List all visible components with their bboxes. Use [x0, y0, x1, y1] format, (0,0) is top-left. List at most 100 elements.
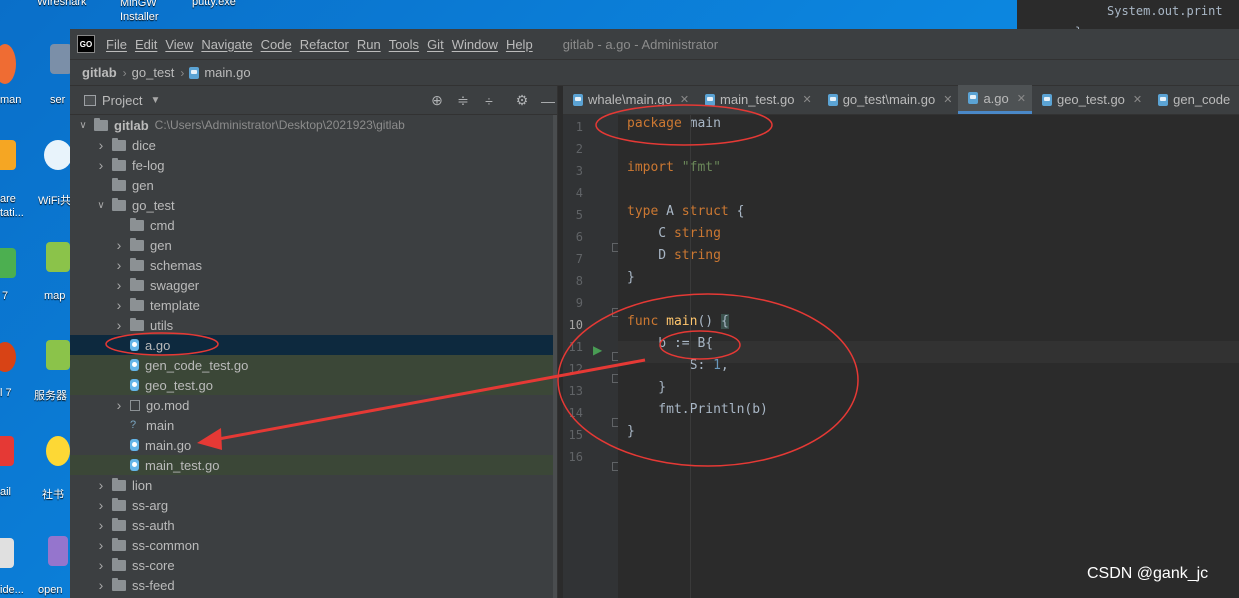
tab-geo-test-go[interactable]: geo_test.go ✕ — [1032, 85, 1148, 114]
chevron-down-icon[interactable]: ∨ — [76, 120, 90, 131]
minimize-icon[interactable]: — — [539, 86, 557, 115]
go-file-icon — [1041, 93, 1052, 106]
chevron-down-icon[interactable]: ▼ — [150, 95, 160, 106]
tree-item-ss-auth[interactable]: › ss-auth — [70, 515, 561, 535]
project-panel-title[interactable]: Project — [102, 93, 142, 108]
chevron-right-icon[interactable]: › — [94, 157, 108, 173]
breadcrumb-main-go[interactable]: main.go — [204, 65, 250, 80]
desktop-label-mingw[interactable]: MinGW Installer — [120, 0, 180, 24]
close-icon[interactable]: ✕ — [943, 93, 952, 106]
tree-item-ss-arg[interactable]: › ss-arg — [70, 495, 561, 515]
chevron-right-icon[interactable]: › — [112, 317, 126, 333]
desktop-app-icon[interactable] — [0, 538, 14, 568]
tree-item-ss-core[interactable]: › ss-core — [70, 555, 561, 575]
desktop-app-icon[interactable] — [46, 340, 70, 370]
chevron-right-icon[interactable]: › — [94, 137, 108, 153]
tree-item-schemas[interactable]: › schemas — [70, 255, 561, 275]
chevron-right-icon[interactable]: › — [112, 237, 126, 253]
desktop-app-icon[interactable] — [50, 44, 72, 74]
tab-go-test-main-go[interactable]: go_test\main.go ✕ — [818, 85, 959, 114]
expand-all-icon[interactable]: ≑ — [454, 86, 472, 115]
menu-run[interactable]: Run — [353, 37, 385, 52]
desktop-label-putty[interactable]: putty.exe — [192, 0, 236, 8]
menu-refactor[interactable]: Refactor — [296, 37, 353, 52]
desktop-app-icon[interactable] — [46, 242, 70, 272]
tab-whale-main-go[interactable]: whale\main.go ✕ — [563, 85, 695, 114]
menu-help[interactable]: Help — [502, 37, 537, 52]
desktop-app-icon[interactable] — [0, 436, 14, 466]
desktop-app-icon[interactable] — [0, 140, 16, 170]
tree-item-fe-log[interactable]: › fe-log — [70, 155, 561, 175]
menu-code[interactable]: Code — [257, 37, 296, 52]
chevron-right-icon[interactable]: › — [94, 477, 108, 493]
tree-item-main[interactable]: ? main — [70, 415, 561, 435]
desktop-app-icon[interactable] — [0, 248, 16, 278]
chevron-right-icon[interactable]: › — [94, 557, 108, 573]
breadcrumb-gitlab[interactable]: gitlab — [82, 65, 117, 80]
folder-icon — [112, 497, 126, 511]
code-line-6: C string — [627, 226, 721, 241]
tree-item-swagger[interactable]: › swagger — [70, 275, 561, 295]
chevron-down-icon[interactable]: ∨ — [94, 200, 108, 211]
close-icon[interactable]: ✕ — [1133, 93, 1142, 106]
chevron-right-icon[interactable]: › — [112, 277, 126, 293]
tree-item-go-mod[interactable]: › go.mod — [70, 395, 561, 415]
tab-main-test-go[interactable]: main_test.go ✕ — [695, 85, 818, 114]
tree-item-go-test[interactable]: ∨ go_test — [70, 195, 561, 215]
close-icon[interactable]: ✕ — [802, 93, 811, 106]
chevron-right-icon[interactable]: › — [94, 537, 108, 553]
locate-icon[interactable]: ⊕ — [428, 86, 446, 115]
folder-icon — [112, 137, 126, 151]
desktop-app-icon[interactable] — [46, 436, 70, 466]
desktop-app-icon[interactable] — [48, 536, 68, 566]
wifi-icon[interactable] — [44, 140, 72, 170]
tree-item-main-go[interactable]: main.go — [70, 435, 561, 455]
tab-a-go[interactable]: a.go ✕ — [958, 85, 1032, 114]
tree-item-cmd[interactable]: cmd — [70, 215, 561, 235]
code-line-10: func main() { — [627, 314, 729, 329]
tree-item-template[interactable]: › template — [70, 295, 561, 315]
chevron-right-icon[interactable]: › — [112, 257, 126, 273]
code-line-3: import "fmt" — [627, 160, 721, 175]
breadcrumb-go-test[interactable]: go_test — [132, 65, 175, 80]
tab-label: gen_code — [1173, 92, 1231, 107]
chevron-right-icon: › — [180, 65, 185, 80]
menu-tools[interactable]: Tools — [385, 37, 423, 52]
menu-edit[interactable]: Edit — [131, 37, 161, 52]
menu-file[interactable]: File — [102, 37, 131, 52]
chevron-right-icon[interactable]: › — [112, 397, 126, 413]
tree-item-gen-code-test-go[interactable]: gen_code_test.go — [70, 355, 561, 375]
menu-window[interactable]: Window — [448, 37, 502, 52]
folder-icon — [112, 197, 126, 211]
desktop-label-wireshark[interactable]: Wireshark — [37, 0, 87, 8]
chevron-right-icon[interactable]: › — [94, 497, 108, 513]
run-icon[interactable]: ▶ — [593, 343, 602, 357]
tab-gen-code[interactable]: gen_code — [1148, 85, 1236, 114]
chevron-right-icon[interactable]: › — [94, 577, 108, 593]
gear-icon[interactable]: ⚙ — [513, 86, 531, 115]
tree-item-geo-test-go[interactable]: geo_test.go — [70, 375, 561, 395]
chevron-right-icon[interactable]: › — [112, 297, 126, 313]
menu-view[interactable]: View — [161, 37, 197, 52]
menu-git[interactable]: Git — [423, 37, 448, 52]
tree-item-utils[interactable]: › utils — [70, 315, 561, 335]
tree-item-dice[interactable]: › dice — [70, 135, 561, 155]
close-icon[interactable]: ✕ — [680, 93, 689, 106]
tree-item-ss-feed[interactable]: › ss-feed — [70, 575, 561, 595]
tree-item-ss-common[interactable]: › ss-common — [70, 535, 561, 555]
line-number: 6 — [575, 230, 583, 244]
tree-item-gen[interactable]: › gen — [70, 235, 561, 255]
tree-item-main-test-go[interactable]: main_test.go — [70, 455, 561, 475]
collapse-all-icon[interactable]: ÷ — [480, 86, 498, 115]
code-editor[interactable]: package main import "fmt" type A struct … — [618, 115, 1239, 598]
close-icon[interactable]: ✕ — [1017, 92, 1026, 105]
tree-item-gen[interactable]: gen — [70, 175, 561, 195]
line-number: 16 — [568, 450, 583, 464]
chevron-right-icon[interactable]: › — [94, 517, 108, 533]
tree-item-a-go[interactable]: a.go — [70, 335, 561, 355]
folder-icon — [112, 557, 126, 571]
tree-root[interactable]: ∨ gitlab C:\Users\Administrator\Desktop\… — [70, 115, 561, 135]
menu-navigate[interactable]: Navigate — [197, 37, 256, 52]
folder-icon — [112, 517, 126, 531]
tree-item-lion[interactable]: › lion — [70, 475, 561, 495]
